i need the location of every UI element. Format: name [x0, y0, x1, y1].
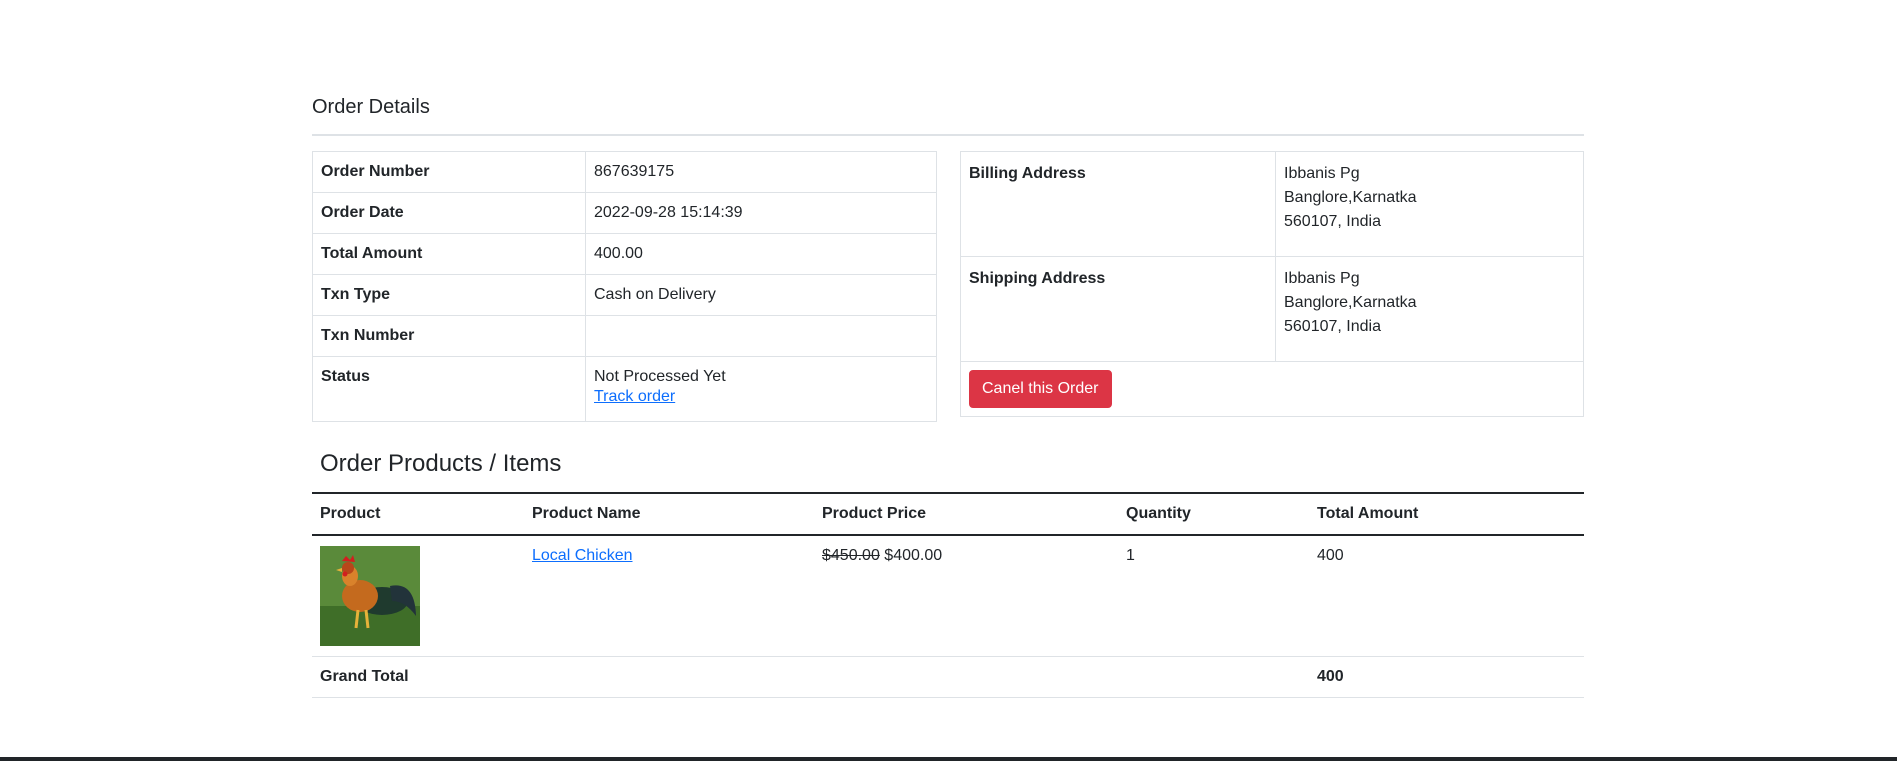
total-amount-label: Total Amount	[312, 233, 586, 275]
cancel-row: Canel this Order	[960, 361, 1584, 417]
col-product-price: Product Price	[814, 492, 1118, 536]
order-date-value: 2022-09-28 15:14:39	[585, 192, 937, 234]
total-amount-value: 400.00	[585, 233, 937, 275]
shipping-line-1: Ibbanis Pg	[1284, 270, 1360, 287]
grand-total-row: Grand Total 400	[312, 656, 1584, 698]
track-order-link[interactable]: Track order	[594, 388, 675, 405]
address-table: Billing Address Ibbanis Pg Banglore,Karn…	[960, 151, 1584, 417]
billing-row: Billing Address Ibbanis Pg Banglore,Karn…	[960, 151, 1584, 257]
shipping-line-3: 560107, India	[1284, 318, 1381, 335]
product-name-cell: Local Chicken	[524, 535, 814, 657]
grand-total-label: Grand Total	[312, 656, 1309, 698]
shipping-row: Shipping Address Ibbanis Pg Banglore,Kar…	[960, 256, 1584, 362]
order-row-total: Total Amount 400.00	[312, 233, 937, 275]
grand-total-value: 400	[1309, 656, 1584, 698]
cancel-cell: Canel this Order	[960, 361, 1584, 417]
title-divider	[312, 134, 1584, 136]
order-row-txn-number: Txn Number	[312, 315, 937, 357]
col-total-amount: Total Amount	[1309, 492, 1584, 536]
items-title: Order Products / Items	[320, 450, 562, 477]
order-row-number: Order Number 867639175	[312, 151, 937, 193]
product-price-cell: $450.00 $400.00	[814, 535, 1118, 657]
billing-address-label: Billing Address	[960, 151, 1276, 257]
product-name-link[interactable]: Local Chicken	[532, 547, 633, 564]
order-row-date: Order Date 2022-09-28 15:14:39	[312, 192, 937, 234]
quantity-value: 1	[1118, 535, 1309, 657]
page-title: Order Details	[312, 96, 430, 118]
rooster-image[interactable]	[320, 546, 420, 646]
col-product: Product	[312, 492, 524, 536]
footer-bar	[0, 757, 1897, 761]
product-image-cell	[312, 535, 524, 657]
shipping-line-2: Banglore,Karnatka	[1284, 294, 1417, 311]
order-row-txn-type: Txn Type Cash on Delivery	[312, 274, 937, 316]
order-info-table: Order Number 867639175 Order Date 2022-0…	[312, 151, 937, 422]
txn-number-label: Txn Number	[312, 315, 586, 357]
order-items-table: Product Product Name Product Price Quant…	[312, 492, 1584, 698]
cancel-order-button[interactable]: Canel this Order	[969, 370, 1112, 408]
txn-type-value: Cash on Delivery	[585, 274, 937, 316]
shipping-address-value: Ibbanis Pg Banglore,Karnatka 560107, Ind…	[1275, 256, 1584, 362]
col-quantity: Quantity	[1118, 492, 1309, 536]
txn-number-value	[585, 315, 937, 357]
col-product-name: Product Name	[524, 492, 814, 536]
current-price: $400.00	[884, 547, 943, 564]
status-value: Not Processed Yet	[594, 368, 726, 385]
old-price: $450.00	[822, 547, 880, 564]
billing-line-1: Ibbanis Pg	[1284, 165, 1360, 182]
order-row-status: Status Not Processed Yet Track order	[312, 356, 937, 422]
shipping-address-label: Shipping Address	[960, 256, 1276, 362]
billing-address-value: Ibbanis Pg Banglore,Karnatka 560107, Ind…	[1275, 151, 1584, 257]
txn-type-label: Txn Type	[312, 274, 586, 316]
order-date-label: Order Date	[312, 192, 586, 234]
table-row: Local Chicken $450.00 $400.00 1 400	[312, 535, 1584, 657]
row-total-value: 400	[1309, 535, 1584, 657]
billing-line-3: 560107, India	[1284, 213, 1381, 230]
order-number-value: 867639175	[585, 151, 937, 193]
order-number-label: Order Number	[312, 151, 586, 193]
billing-line-2: Banglore,Karnatka	[1284, 189, 1417, 206]
status-cell: Not Processed Yet Track order	[585, 356, 937, 422]
items-header-row: Product Product Name Product Price Quant…	[312, 492, 1584, 536]
status-label: Status	[312, 356, 586, 422]
